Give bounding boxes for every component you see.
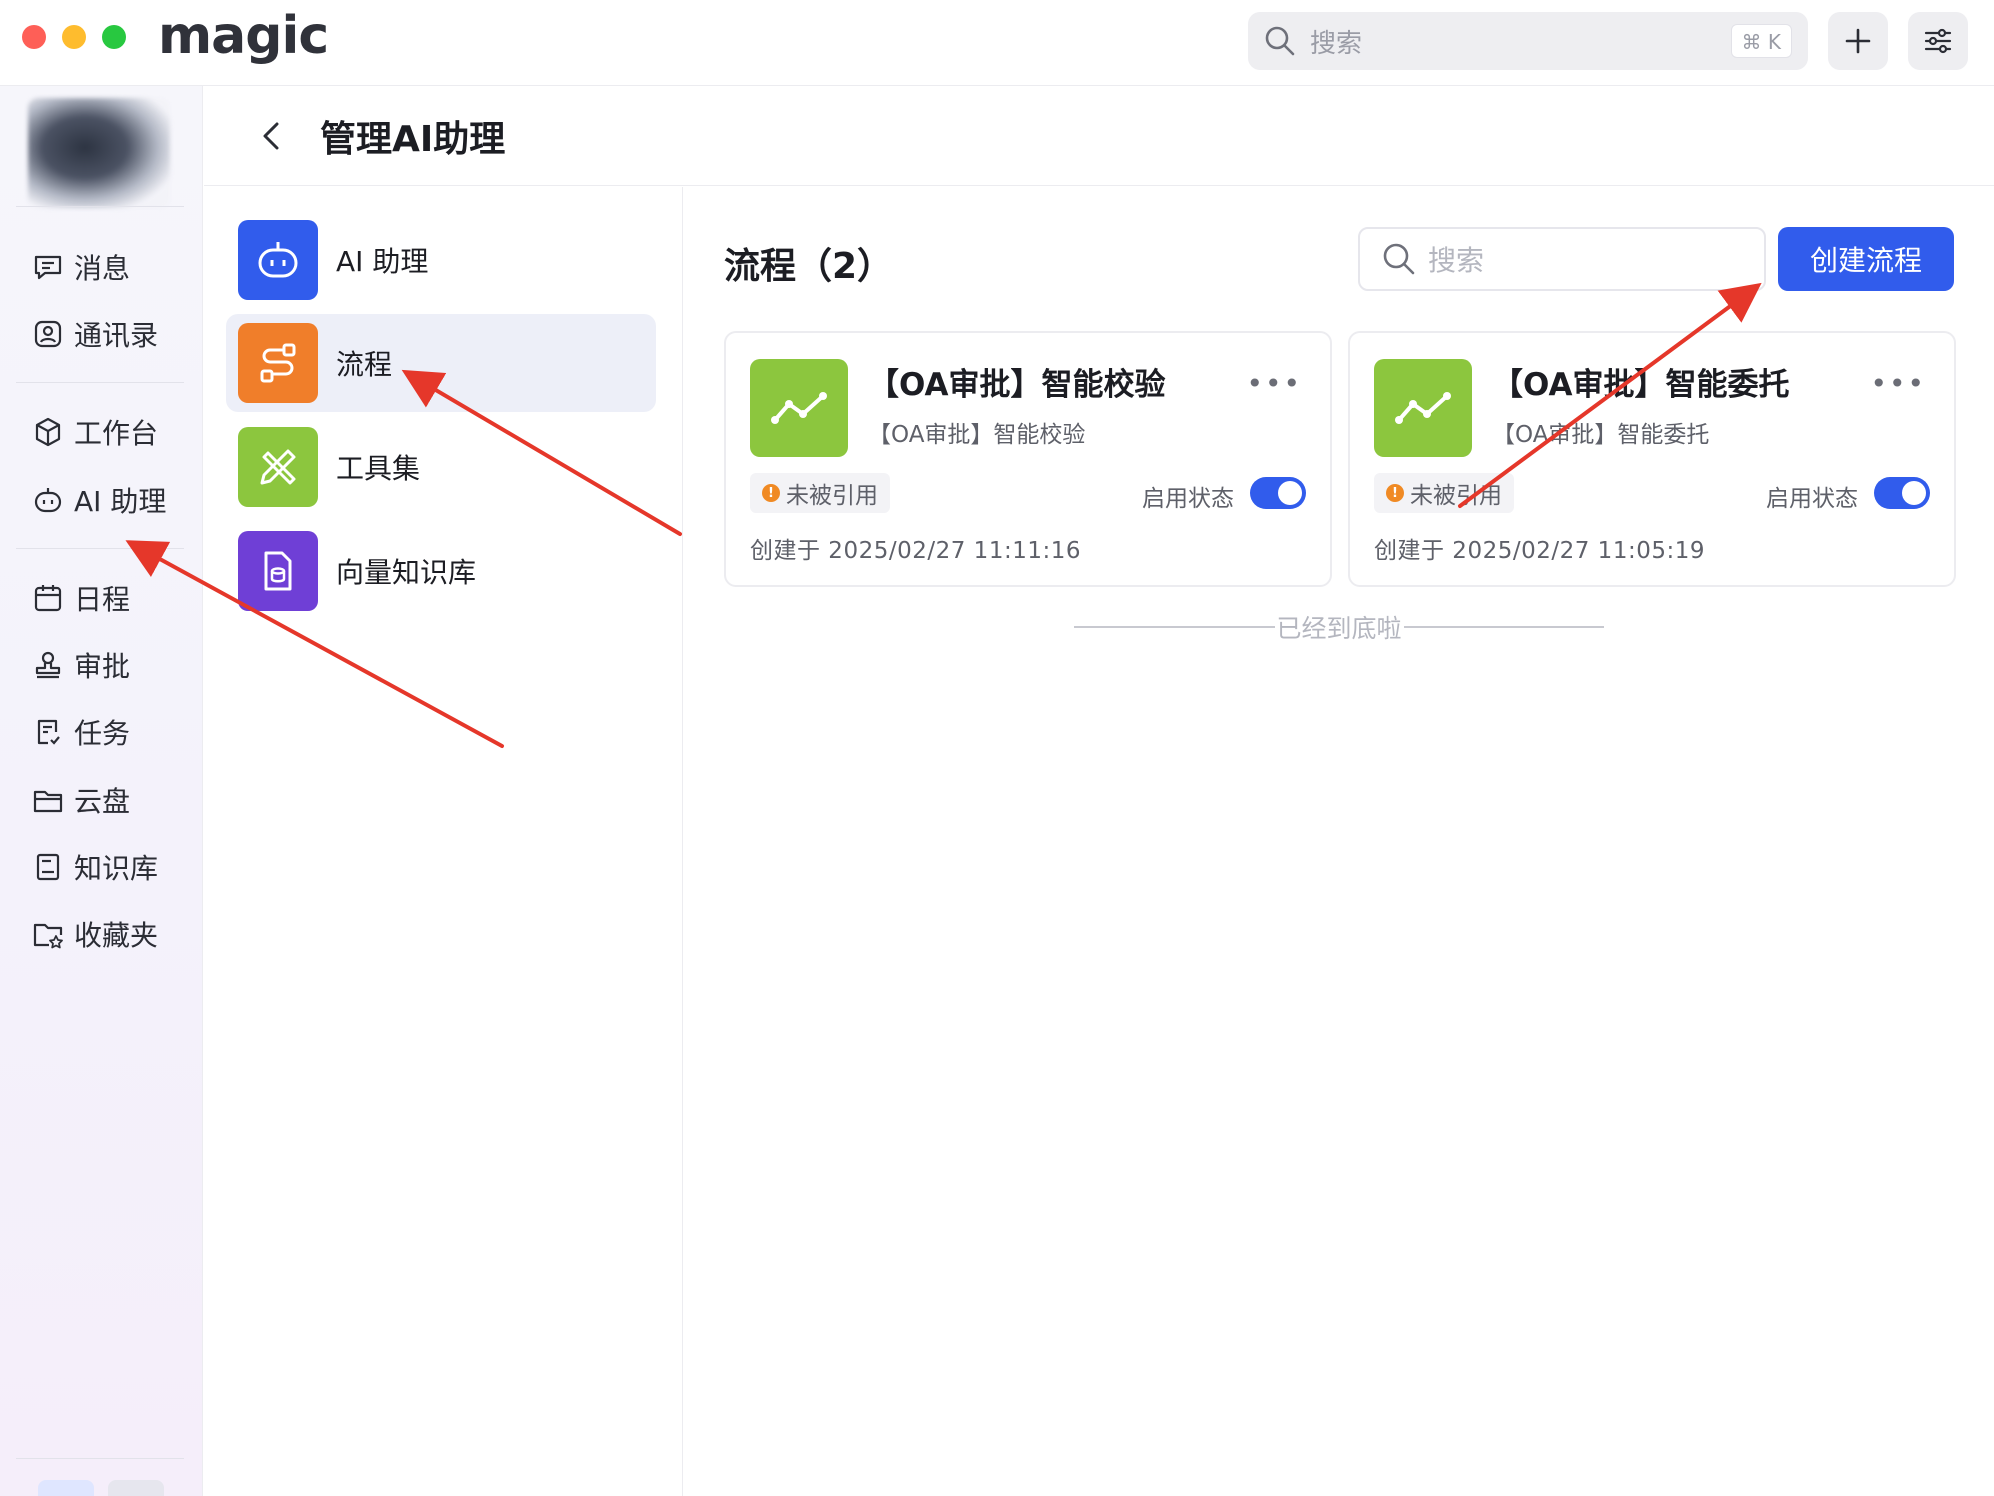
flow-trend-icon (750, 359, 848, 457)
favorite-folder-icon (33, 923, 63, 949)
main-content: 流程（2） 搜索 创建流程 【OA审批】智能校验 【OA审批】智能校验 ••• … (684, 187, 1994, 1496)
window-minimize-button[interactable] (62, 25, 86, 49)
nav-item-label: 云盘 (74, 785, 131, 818)
warning-icon: ! (762, 484, 780, 502)
enable-status-label: 启用状态 (1142, 486, 1234, 512)
nav-item-label: 日程 (74, 583, 131, 616)
flow-card[interactable]: 【OA审批】智能委托 【OA审批】智能委托 ••• ! 未被引用 启用状态 创建… (1348, 331, 1956, 587)
flow-list-title: 流程（2） (724, 246, 894, 287)
end-of-list-text: 已经到底啦 (1276, 614, 1402, 643)
global-search-input[interactable]: 搜索 ⌘ K (1248, 12, 1808, 70)
back-arrow-icon[interactable] (254, 118, 290, 154)
nav-bottom-shortcuts (38, 1480, 164, 1496)
task-icon (37, 719, 60, 745)
message-icon (34, 255, 62, 280)
nav-item-label: 消息 (74, 252, 131, 285)
plus-icon (1845, 28, 1871, 54)
nav-item-ai-assistant[interactable]: AI 助理 (32, 476, 166, 524)
category-vector-knowledge[interactable]: 向量知识库 (226, 522, 656, 620)
title-bar: magic 搜索 ⌘ K (0, 0, 1994, 86)
enable-toggle[interactable] (1874, 477, 1930, 509)
nav-divider (16, 1458, 184, 1459)
database-file-icon (238, 531, 318, 611)
category-ai-assistant[interactable]: AI 助理 (226, 211, 656, 309)
flow-card-title: 【OA审批】智能委托 (1492, 367, 1790, 403)
flow-icon (238, 323, 318, 403)
search-icon (1265, 26, 1295, 56)
nav-item-label: 任务 (74, 717, 131, 750)
flow-search-placeholder: 搜索 (1428, 244, 1485, 277)
enable-toggle[interactable] (1250, 477, 1306, 509)
nav-divider (16, 206, 184, 207)
category-list: AI 助理 流程 工具集 向量知识库 (204, 187, 683, 1496)
book-icon (36, 853, 60, 881)
flow-card-description: 【OA审批】智能校验 (868, 422, 1086, 448)
nav-item-label: 通讯录 (74, 319, 159, 352)
bottom-app-icon[interactable] (38, 1480, 94, 1496)
robot-icon (238, 220, 318, 300)
nav-item-label: 审批 (74, 650, 131, 683)
flow-trend-icon (1374, 359, 1472, 457)
category-label: 向量知识库 (336, 556, 477, 589)
search-icon (1383, 243, 1415, 275)
nav-item-label: AI 助理 (74, 485, 167, 518)
window-zoom-button[interactable] (102, 25, 126, 49)
status-badge-label: 未被引用 (786, 483, 878, 509)
warning-icon: ! (1386, 484, 1404, 502)
folder-icon (33, 790, 63, 813)
window-close-button[interactable] (22, 25, 46, 49)
flow-card[interactable]: 【OA审批】智能校验 【OA审批】智能校验 ••• ! 未被引用 启用状态 创建… (724, 331, 1332, 587)
flow-search-input[interactable]: 搜索 (1358, 227, 1766, 291)
more-options-icon[interactable]: ••• (1246, 367, 1302, 400)
nav-item-contacts[interactable]: 通讯录 (32, 310, 158, 358)
robot-icon (34, 488, 62, 513)
category-label: 工具集 (336, 452, 421, 485)
calendar-icon (34, 585, 62, 612)
nav-item-label: 收藏夹 (74, 919, 159, 952)
app-logo: magic (158, 6, 329, 66)
nav-item-knowledge-base[interactable]: 知识库 (32, 843, 158, 891)
page-header: 管理AI助理 (204, 86, 1994, 186)
left-navigation: 消息 通讯录 工作台 AI 助理 日程 审批 任务 云盘 知识库 收藏夹 (0, 86, 203, 1496)
nav-item-favorites[interactable]: 收藏夹 (32, 910, 158, 958)
sliders-icon (1924, 28, 1952, 54)
more-options-icon[interactable]: ••• (1870, 367, 1926, 400)
create-flow-button[interactable]: 创建流程 (1778, 227, 1954, 291)
category-label: 流程 (336, 348, 393, 381)
cube-icon (35, 417, 61, 447)
nav-item-label: 知识库 (74, 852, 159, 885)
status-badge: ! 未被引用 (750, 473, 890, 513)
flow-card-title: 【OA审批】智能校验 (868, 367, 1166, 403)
nav-item-calendar[interactable]: 日程 (32, 574, 130, 622)
category-tools[interactable]: 工具集 (226, 418, 656, 516)
flow-created-time: 创建于 2025/02/27 11:11:16 (750, 538, 1081, 564)
page-title: 管理AI助理 (320, 119, 506, 160)
end-of-list-indicator: 已经到底啦 (1074, 609, 1605, 645)
avatar[interactable] (28, 98, 170, 208)
nav-item-workbench[interactable]: 工作台 (32, 408, 158, 456)
status-badge: ! 未被引用 (1374, 473, 1514, 513)
status-badge-label: 未被引用 (1410, 483, 1502, 509)
nav-item-messages[interactable]: 消息 (32, 243, 130, 291)
stamp-icon (35, 651, 61, 679)
nav-item-approval[interactable]: 审批 (32, 641, 130, 689)
category-flow[interactable]: 流程 (226, 314, 656, 412)
nav-item-label: 工作台 (74, 417, 159, 450)
search-shortcut-hint: ⌘ K (1730, 24, 1792, 58)
global-search-placeholder: 搜索 (1310, 28, 1363, 59)
flow-created-time: 创建于 2025/02/27 11:05:19 (1374, 538, 1705, 564)
category-label: AI 助理 (336, 245, 429, 278)
nav-item-cloud-drive[interactable]: 云盘 (32, 776, 130, 824)
tools-icon (238, 427, 318, 507)
nav-divider (16, 382, 184, 383)
add-button[interactable] (1828, 12, 1888, 70)
bottom-app-icon[interactable] (108, 1480, 164, 1496)
nav-divider (16, 548, 184, 549)
contacts-icon (34, 320, 62, 348)
settings-button[interactable] (1908, 12, 1968, 70)
flow-card-description: 【OA审批】智能委托 (1492, 422, 1710, 448)
nav-item-tasks[interactable]: 任务 (32, 708, 130, 756)
enable-status-label: 启用状态 (1766, 486, 1858, 512)
